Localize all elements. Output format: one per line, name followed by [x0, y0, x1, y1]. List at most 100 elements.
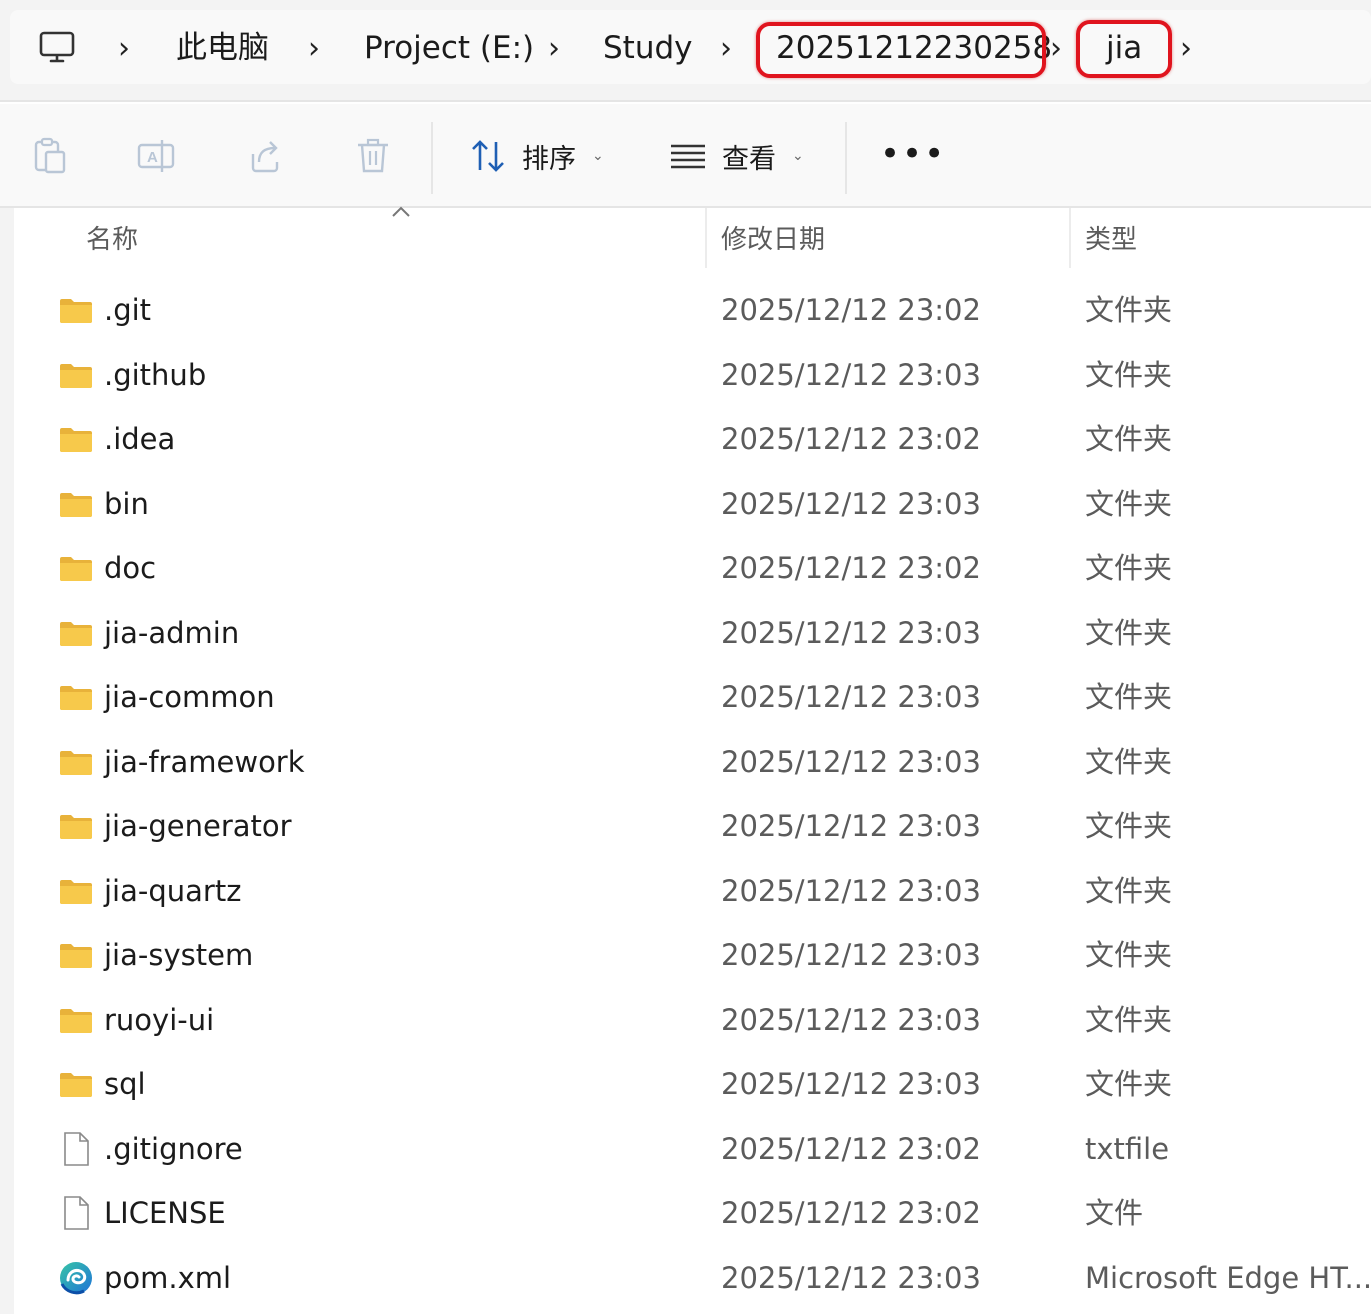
folder-icon: [58, 937, 94, 973]
file-type: 文件夹: [1085, 938, 1173, 972]
file-modified-date: 2025/12/12 23:02: [721, 422, 981, 456]
file-row[interactable]: jia-quartz 2025/12/12 23:03 文件夹: [14, 859, 1371, 923]
rename-icon[interactable]: A: [136, 136, 176, 176]
file-row[interactable]: jia-admin 2025/12/12 23:03 文件夹: [14, 601, 1371, 665]
toolbar-divider: [845, 122, 847, 194]
file-row[interactable]: .idea 2025/12/12 23:02 文件夹: [14, 407, 1371, 471]
folder-icon: [58, 421, 94, 457]
navigation-pane-edge: [0, 208, 14, 1314]
file-name: pom.xml: [104, 1260, 232, 1295]
file-name: LICENSE: [104, 1196, 226, 1230]
file-icon: [58, 1195, 94, 1231]
file-type: 文件夹: [1085, 551, 1173, 585]
file-modified-date: 2025/12/12 23:03: [721, 938, 981, 972]
file-modified-date: 2025/12/12 23:03: [721, 744, 981, 779]
column-divider[interactable]: [705, 208, 707, 268]
file-type: 文件: [1085, 1196, 1144, 1230]
breadcrumb-item-project-drive[interactable]: Project (E:): [364, 28, 534, 68]
file-row[interactable]: sql 2025/12/12 23:03 文件夹: [14, 1052, 1371, 1116]
folder-icon: [58, 550, 94, 586]
folder-icon: [58, 808, 94, 844]
file-row[interactable]: .github 2025/12/12 23:03 文件夹: [14, 343, 1371, 407]
file-name: .github: [104, 357, 207, 392]
file-modified-date: 2025/12/12 23:02: [721, 551, 981, 585]
folder-icon: [58, 744, 94, 780]
folder-icon: [58, 1066, 94, 1102]
file-name: .idea: [104, 422, 176, 456]
file-row[interactable]: jia-system 2025/12/12 23:03 文件夹: [14, 923, 1371, 987]
share-icon[interactable]: [245, 136, 285, 176]
file-type: 文件夹: [1085, 486, 1173, 521]
toolbar-divider: [431, 122, 433, 194]
file-name: bin: [104, 486, 149, 521]
column-header-type[interactable]: 类型: [1085, 222, 1137, 258]
file-type: txtfile: [1085, 1131, 1170, 1166]
file-row[interactable]: jia-common 2025/12/12 23:03 文件夹: [14, 665, 1371, 729]
file-modified-date: 2025/12/12 23:03: [721, 809, 981, 843]
file-name: jia-quartz: [104, 873, 242, 908]
sort-button[interactable]: 排序 ⌄: [468, 134, 604, 178]
file-name: jia-system: [104, 938, 254, 972]
file-list-pane: 名称 修改日期 类型 .git 2025/12/12 23:02 文件夹 .githu…: [0, 206, 1371, 1314]
file-row[interactable]: .git 2025/12/12 23:02 文件夹: [14, 278, 1371, 342]
file-type: 文件夹: [1085, 422, 1173, 456]
chevron-right-icon[interactable]: ›: [308, 32, 320, 66]
file-row[interactable]: jia-framework 2025/12/12 23:03 文件夹: [14, 730, 1371, 794]
column-header-date[interactable]: 修改日期: [721, 222, 825, 258]
column-header-name[interactable]: 名称: [86, 222, 138, 258]
file-type: 文件夹: [1085, 1067, 1173, 1101]
file-row[interactable]: jia-generator 2025/12/12 23:03 文件夹: [14, 794, 1371, 858]
folder-icon: [58, 292, 94, 328]
file-name: .git: [104, 293, 152, 327]
chevron-down-icon: ⌄: [592, 148, 604, 164]
file-row[interactable]: LICENSE 2025/12/12 23:02 文件: [14, 1181, 1371, 1245]
chevron-right-icon[interactable]: ›: [720, 32, 732, 66]
breadcrumb-item-this-pc[interactable]: 此电脑: [176, 28, 269, 68]
breadcrumb-item-study[interactable]: Study: [603, 28, 693, 68]
sort-icon: [472, 140, 504, 172]
computer-icon[interactable]: [38, 30, 76, 66]
file-row[interactable]: bin 2025/12/12 23:03 文件夹: [14, 472, 1371, 536]
file-modified-date: 2025/12/12 23:03: [721, 1067, 981, 1101]
file-modified-date: 2025/12/12 23:03: [721, 1260, 981, 1295]
file-type: 文件夹: [1085, 873, 1173, 908]
svg-text:A: A: [147, 149, 158, 166]
file-type: 文件夹: [1085, 615, 1173, 650]
column-header: 名称 修改日期 类型: [14, 206, 1371, 274]
paste-icon[interactable]: [30, 136, 70, 176]
file-row[interactable]: doc 2025/12/12 23:02 文件夹: [14, 536, 1371, 600]
file-type: 文件夹: [1085, 293, 1173, 327]
file-icon: [58, 1131, 94, 1167]
address-bar: › 此电脑 › Project (E:) › Study › 202512122…: [0, 0, 1371, 102]
file-name: ruoyi-ui: [104, 1002, 215, 1037]
sort-label: 排序: [522, 143, 576, 175]
column-divider[interactable]: [1069, 208, 1071, 268]
file-name: sql: [104, 1067, 146, 1101]
more-options-icon[interactable]: •••: [880, 137, 946, 171]
view-button[interactable]: 查看 ⌄: [668, 134, 804, 178]
chevron-right-icon[interactable]: ›: [1180, 32, 1192, 66]
file-modified-date: 2025/12/12 23:02: [721, 293, 981, 327]
chevron-down-icon: ⌄: [792, 148, 804, 164]
file-row[interactable]: pom.xml 2025/12/12 23:03 Microsoft Edge HT…: [14, 1246, 1371, 1310]
chevron-right-icon[interactable]: ›: [1050, 32, 1062, 66]
command-bar: A 排序 ⌄ 查看 ⌄ •••: [0, 104, 1371, 208]
file-type: Microsoft Edge HT...: [1085, 1260, 1371, 1295]
file-modified-date: 2025/12/12 23:03: [721, 615, 981, 650]
folder-icon: [58, 679, 94, 715]
file-type: 文件夹: [1085, 1002, 1173, 1037]
chevron-right-icon[interactable]: ›: [118, 32, 130, 66]
file-type: 文件夹: [1085, 357, 1173, 392]
file-modified-date: 2025/12/12 23:02: [721, 1196, 981, 1230]
folder-icon: [58, 1002, 94, 1038]
folder-icon: [58, 873, 94, 909]
file-type: 文件夹: [1085, 680, 1173, 714]
file-row[interactable]: .gitignore 2025/12/12 23:02 txtfile: [14, 1117, 1371, 1181]
delete-icon[interactable]: [353, 136, 393, 176]
file-row[interactable]: ruoyi-ui 2025/12/12 23:03 文件夹: [14, 988, 1371, 1052]
file-modified-date: 2025/12/12 23:03: [721, 1002, 981, 1037]
file-name: jia-generator: [104, 809, 292, 843]
file-modified-date: 2025/12/12 23:03: [721, 357, 981, 392]
chevron-right-icon[interactable]: ›: [548, 32, 560, 66]
file-name: jia-framework: [104, 744, 305, 779]
